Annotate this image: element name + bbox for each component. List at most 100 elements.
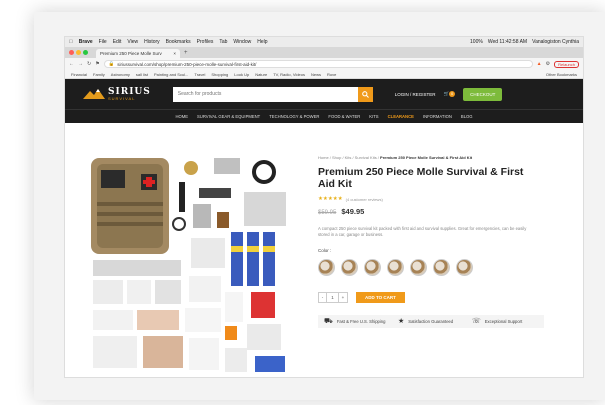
add-to-cart-button[interactable]: ADD TO CART bbox=[356, 292, 405, 303]
bookmark-folder[interactable]: Nature bbox=[255, 72, 267, 77]
menu-bookmarks[interactable]: Bookmarks bbox=[166, 39, 191, 45]
bookmark-folder[interactable]: Shopping bbox=[211, 72, 228, 77]
header-actions: LOGIN / REGISTER 🛒 0 CHECKOUT bbox=[395, 87, 503, 101]
maximize-window-icon[interactable] bbox=[83, 50, 88, 55]
menu-brave[interactable]: Brave bbox=[79, 39, 93, 45]
menu-tab[interactable]: Tab bbox=[219, 39, 227, 45]
perk-text: Exceptional Support bbox=[484, 319, 523, 324]
close-window-icon[interactable] bbox=[69, 50, 74, 55]
nav-clearance[interactable]: CLEARANCE bbox=[388, 114, 414, 119]
add-to-cart-row: - 1 + ADD TO CART bbox=[318, 292, 573, 303]
color-swatches bbox=[318, 259, 573, 276]
color-swatch[interactable] bbox=[387, 259, 404, 276]
color-label: Color : bbox=[318, 248, 332, 253]
login-register-link[interactable]: LOGIN / REGISTER bbox=[395, 92, 436, 97]
product-info: Home / Shop / Kits / Survival Kits / Pre… bbox=[310, 147, 583, 377]
product-section: Home / Shop / Kits / Survival Kits / Pre… bbox=[65, 147, 583, 377]
new-tab-icon[interactable]: + bbox=[184, 50, 188, 56]
apple-icon[interactable]:  bbox=[69, 39, 73, 45]
url-field[interactable]: 🔒 siriussurvival.com/shop/premium-250-pi… bbox=[103, 60, 533, 68]
color-swatch[interactable] bbox=[433, 259, 450, 276]
site-header: SIRIUS SURVIVAL LOGIN / REGISTER 🛒0 CHEC… bbox=[65, 79, 583, 109]
qty-decrease-button[interactable]: - bbox=[319, 293, 327, 302]
bookmark-folder[interactable]: News bbox=[311, 72, 321, 77]
minimize-window-icon[interactable] bbox=[76, 50, 81, 55]
bookmark-folder[interactable]: sall list bbox=[136, 72, 148, 77]
browser-window:  Brave File Edit View History Bookmarks… bbox=[64, 36, 584, 378]
bookmark-folder[interactable]: Travel bbox=[194, 72, 205, 77]
tab-title: Premium 250 Piece Molle Surv bbox=[100, 51, 162, 56]
perk-guarantee: ★ Satisfaction Guaranteed bbox=[398, 318, 464, 325]
survival-kit-photo bbox=[91, 158, 286, 372]
product-image[interactable] bbox=[65, 147, 310, 377]
search-button[interactable] bbox=[357, 86, 373, 102]
logo-title: SIRIUS bbox=[108, 86, 151, 97]
bookmarks-bar: Financial Family Astronomy sall list Pai… bbox=[65, 70, 583, 79]
cart-icon[interactable]: 🛒 0 bbox=[444, 91, 456, 97]
bookmark-icon[interactable]: ⚑ bbox=[95, 61, 99, 67]
menu-profiles[interactable]: Profiles bbox=[197, 39, 214, 45]
search-icon bbox=[361, 90, 369, 98]
window-controls bbox=[69, 50, 88, 55]
bookmark-folder[interactable]: Painting and Scul... bbox=[154, 72, 188, 77]
tab-strip: Premium 250 Piece Molle Surv × + bbox=[65, 47, 583, 58]
bookmark-folder[interactable]: Family bbox=[93, 72, 105, 77]
back-icon[interactable]: ← bbox=[69, 61, 74, 67]
price-block: $59.95 $49.95 bbox=[318, 207, 573, 216]
qty-input[interactable]: 1 bbox=[327, 293, 339, 302]
brave-shield-icon[interactable]: ▲ bbox=[537, 61, 542, 67]
mac-menubar:  Brave File Edit View History Bookmarks… bbox=[65, 37, 583, 47]
site-logo[interactable]: SIRIUS SURVIVAL bbox=[83, 86, 151, 101]
bookmark-folder[interactable]: Astronomy bbox=[111, 72, 130, 77]
color-swatch[interactable] bbox=[456, 259, 473, 276]
menu-history[interactable]: History bbox=[144, 39, 160, 45]
nav-blog[interactable]: BLOG bbox=[461, 114, 473, 119]
nav-food-water[interactable]: FOOD & WATER bbox=[328, 114, 360, 119]
reload-icon[interactable]: ↻ bbox=[87, 61, 91, 67]
bookmark-folder[interactable]: Look Up bbox=[234, 72, 249, 77]
bookmark-folder[interactable]: Financial bbox=[71, 72, 87, 77]
perk-text: Fast & Free U.S. Shipping bbox=[336, 319, 386, 324]
reviews-link[interactable]: (4 customer reviews) bbox=[346, 197, 383, 202]
battery-status[interactable]: 100% bbox=[470, 39, 483, 45]
clock[interactable]: Wed 11:42:58 AM bbox=[488, 39, 527, 45]
menu-file[interactable]: File bbox=[99, 39, 107, 45]
forward-icon[interactable]: → bbox=[78, 61, 83, 67]
extension-icon[interactable]: ⚙ bbox=[546, 61, 550, 67]
product-description: A compact 250 piece survival kit packed … bbox=[318, 226, 527, 237]
nav-information[interactable]: INFORMATION bbox=[423, 114, 452, 119]
nav-survival-gear[interactable]: SURVIVAL GEAR & EQUIPMENT bbox=[197, 114, 260, 119]
sale-price: $49.95 bbox=[341, 207, 365, 216]
bookmark-folder[interactable]: Rove bbox=[327, 72, 336, 77]
perk-shipping: ⛟ Fast & Free U.S. Shipping bbox=[324, 318, 390, 325]
address-bar-row: ← → ↻ ⚑ 🔒 siriussurvival.com/shop/premiu… bbox=[65, 58, 583, 70]
breadcrumb-path[interactable]: Home / Shop / Kits / Survival Kits / bbox=[318, 155, 380, 160]
tab-close-icon[interactable]: × bbox=[173, 51, 176, 56]
menu-help[interactable]: Help bbox=[257, 39, 267, 45]
qty-increase-button[interactable]: + bbox=[339, 293, 347, 302]
original-price: $59.95 bbox=[318, 210, 337, 216]
nav-home[interactable]: HOME bbox=[175, 114, 188, 119]
user-name[interactable]: Vanalogiston Cynthia bbox=[532, 39, 579, 45]
menu-edit[interactable]: Edit bbox=[113, 39, 122, 45]
url-text: siriussurvival.com/shop/premium-250-piec… bbox=[117, 61, 257, 67]
menu-window[interactable]: Window bbox=[233, 39, 251, 45]
relaunch-button[interactable]: Relaunch bbox=[554, 60, 579, 68]
badge-icon: ★ bbox=[398, 318, 405, 325]
search-input[interactable] bbox=[172, 86, 358, 102]
bookmark-folder[interactable]: TV, Radio, Videos bbox=[273, 72, 305, 77]
nav-technology-power[interactable]: TECHNOLOGY & POWER bbox=[269, 114, 319, 119]
color-swatch[interactable] bbox=[364, 259, 381, 276]
nav-kits[interactable]: KITS bbox=[369, 114, 378, 119]
bookmark-folder[interactable]: Other Bookmarks bbox=[546, 72, 577, 77]
perks-bar: ⛟ Fast & Free U.S. Shipping ★ Satisfacti… bbox=[318, 315, 544, 328]
cart-count-badge: 0 bbox=[449, 91, 456, 97]
quantity-stepper: - 1 + bbox=[318, 292, 348, 303]
menu-view[interactable]: View bbox=[127, 39, 138, 45]
color-swatch[interactable] bbox=[318, 259, 335, 276]
tab-active[interactable]: Premium 250 Piece Molle Surv × bbox=[96, 49, 180, 58]
checkout-button[interactable]: CHECKOUT bbox=[463, 87, 503, 101]
rating-stars: ★★★★★ bbox=[318, 196, 343, 202]
color-swatch[interactable] bbox=[341, 259, 358, 276]
color-swatch[interactable] bbox=[410, 259, 427, 276]
